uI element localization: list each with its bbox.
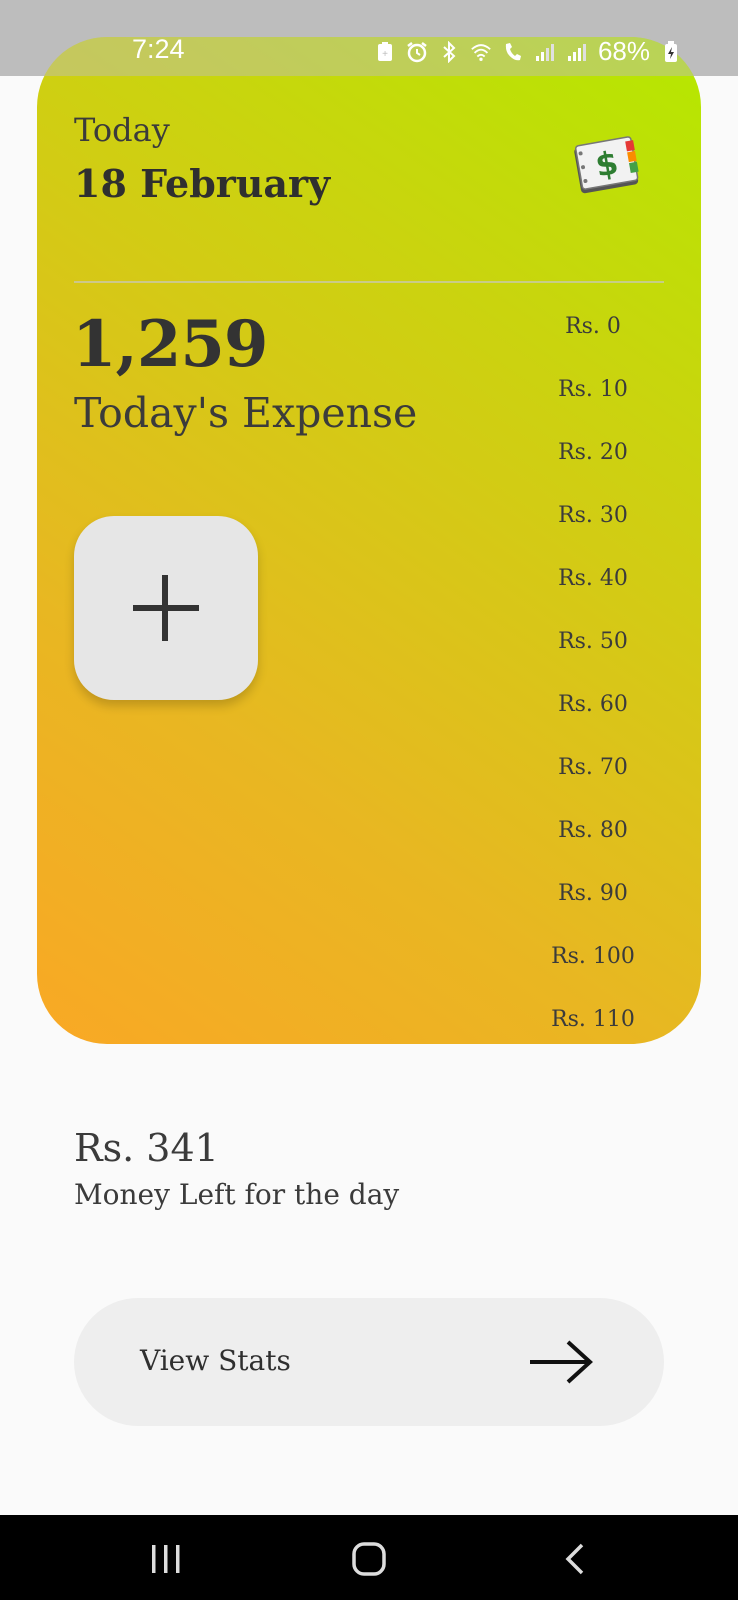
todays-expense-label: Today's Expense [74,389,418,437]
today-label: Today [74,111,170,149]
svg-text:+: + [382,49,388,60]
signal-icon [566,41,588,63]
status-icons: + 68% [374,36,682,67]
amount-option[interactable]: Rs. 90 [558,862,628,925]
arrow-right-icon [530,1340,593,1384]
amount-option[interactable]: Rs. 100 [551,925,635,988]
battery-percentage: 68% [597,36,650,66]
amount-option[interactable]: Rs. 50 [558,610,628,673]
wifi-icon [470,41,492,63]
money-left-label: Money Left for the day [74,1178,400,1211]
add-expense-button[interactable] [74,516,258,700]
date-label: 18 February [74,161,331,206]
divider [74,281,664,283]
amount-option[interactable]: Rs. 110 [551,988,635,1044]
todays-expense-amount: 1,259 [72,307,268,382]
battery-saver-icon: + [374,41,396,63]
amount-option[interactable]: Rs. 70 [558,736,628,799]
alarm-icon [406,41,428,63]
expense-card: Today 18 February $ 1,259 Today's Expens… [37,37,701,1044]
amount-option[interactable]: Rs. 10 [558,358,628,421]
amount-picker[interactable]: Rs. 0 Rs. 10 Rs. 20 Rs. 30 Rs. 40 Rs. 50… [533,295,653,1044]
amount-option[interactable]: Rs. 0 [565,295,621,358]
bluetooth-icon [438,40,460,63]
amount-option[interactable]: Rs. 30 [558,484,628,547]
view-stats-label: View Stats [140,1344,291,1377]
money-left-amount: Rs. 341 [74,1126,219,1170]
ledger-dollar-icon: $ [569,133,645,197]
view-stats-button[interactable]: View Stats [74,1298,664,1426]
call-icon [502,41,524,63]
recent-apps-icon[interactable] [146,1539,186,1579]
back-icon[interactable] [556,1539,596,1579]
status-time: 7:24 [132,34,185,64]
plus-icon [133,575,199,641]
amount-option[interactable]: Rs. 40 [558,547,628,610]
navigation-bar [0,1515,738,1600]
amount-option[interactable]: Rs. 80 [558,799,628,862]
signal-icon [534,41,556,63]
home-icon[interactable] [349,1539,389,1579]
amount-option[interactable]: Rs. 20 [558,421,628,484]
amount-option[interactable]: Rs. 60 [558,673,628,736]
battery-charging-icon [660,40,682,63]
